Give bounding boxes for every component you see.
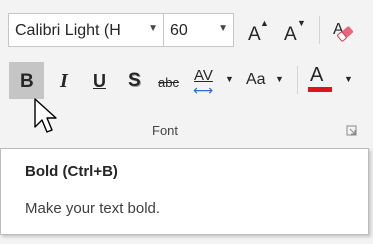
chevron-down-icon[interactable]: ▼: [218, 23, 228, 34]
double-arrow-icon: ⟷: [193, 82, 214, 98]
font-color-bar: [308, 87, 332, 92]
bold-button[interactable]: B: [9, 62, 44, 99]
chevron-down-icon[interactable]: ▼: [225, 74, 234, 84]
tooltip-description: Make your text bold.: [25, 200, 161, 217]
dialog-launcher-icon[interactable]: [346, 125, 357, 136]
change-case-label: Aa: [246, 71, 266, 88]
italic-label: I: [60, 70, 68, 92]
font-name-value: Calibri Light (H: [15, 22, 121, 39]
shrink-font-button[interactable]: A ▼: [283, 18, 307, 45]
font-size-combobox[interactable]: 60 ▼: [163, 13, 234, 47]
tooltip: Bold (Ctrl+B) Make your text bold.: [0, 148, 369, 235]
underline-button[interactable]: U: [88, 62, 112, 99]
clear-formatting-icon: A: [333, 21, 354, 42]
text-shadow-button[interactable]: S: [124, 62, 146, 99]
grow-font-button[interactable]: A ▲: [245, 18, 269, 45]
caret-down-icon: ▼: [297, 18, 306, 28]
clear-formatting-button[interactable]: A: [329, 16, 355, 44]
font-color-button[interactable]: A ▼: [306, 62, 358, 99]
grow-font-icon: A: [248, 24, 261, 45]
change-case-button[interactable]: Aa ▼: [243, 62, 287, 99]
caret-up-icon: ▲: [260, 18, 269, 28]
chevron-down-icon[interactable]: ▼: [275, 74, 284, 84]
bold-label: B: [20, 71, 34, 92]
font-size-value: 60: [170, 22, 188, 39]
strikethrough-label: abc: [158, 75, 179, 90]
italic-button[interactable]: I: [54, 62, 78, 99]
character-spacing-button[interactable]: AV ⟷ ▼: [191, 62, 237, 99]
font-group-label: Font: [152, 123, 179, 138]
font-name-combobox[interactable]: Calibri Light (H ▼: [8, 13, 164, 47]
chevron-down-icon[interactable]: ▼: [148, 23, 158, 34]
tooltip-title: Bold (Ctrl+B): [25, 163, 118, 180]
separator: [297, 66, 298, 94]
underline-label: U: [93, 71, 106, 91]
chevron-down-icon[interactable]: ▼: [344, 74, 353, 84]
shrink-font-icon: A: [284, 24, 297, 45]
separator: [319, 16, 320, 44]
mouse-cursor-icon: [34, 98, 57, 133]
strikethrough-button[interactable]: abc: [156, 62, 186, 99]
font-color-label: A: [310, 64, 324, 86]
shadow-label: S: [128, 70, 141, 91]
